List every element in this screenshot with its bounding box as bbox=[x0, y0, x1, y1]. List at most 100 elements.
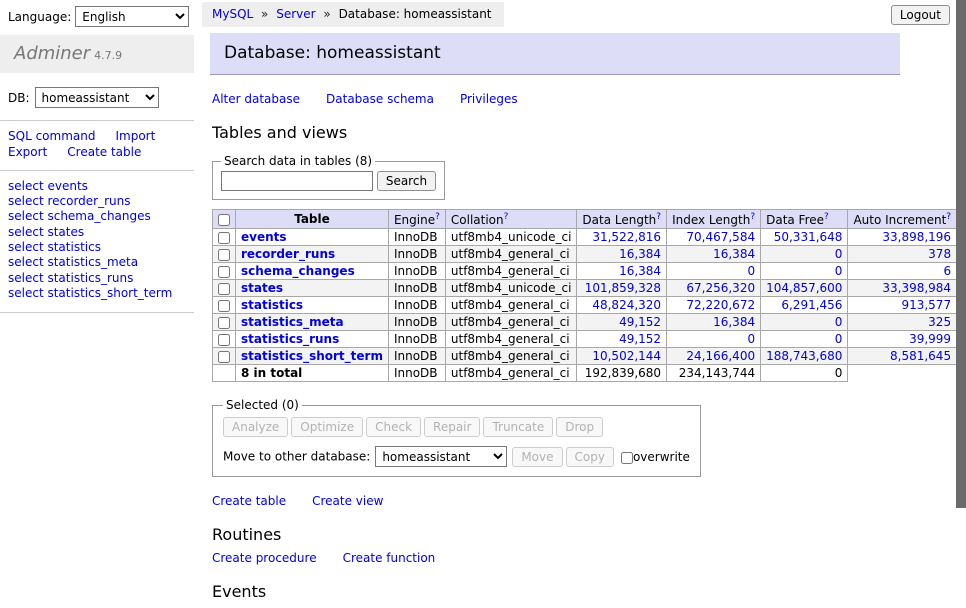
language-label: Language: bbox=[8, 10, 71, 24]
help-icon[interactable]: ? bbox=[656, 212, 661, 222]
breadcrumb-server-link[interactable]: Server bbox=[276, 7, 315, 21]
sidebar-item-select-recorder_runs[interactable]: select recorder_runs bbox=[8, 194, 192, 209]
move-button[interactable]: Move bbox=[512, 447, 562, 467]
vertical-scrollbar[interactable] bbox=[956, 0, 966, 543]
row-checkbox[interactable] bbox=[218, 283, 230, 295]
repair-button[interactable]: Repair bbox=[424, 417, 480, 437]
auto_increment-link[interactable]: 33,898,196 bbox=[882, 230, 951, 244]
data_length-link[interactable]: 49,152 bbox=[619, 315, 661, 329]
move-database-select[interactable]: homeassistant bbox=[375, 446, 507, 467]
scrollbar-thumb[interactable] bbox=[956, 0, 966, 508]
create-table-link[interactable]: Create table bbox=[212, 494, 286, 508]
sidebar-item-select-statistics[interactable]: select statistics bbox=[8, 240, 192, 255]
check-button[interactable]: Check bbox=[366, 417, 421, 437]
data_free-link[interactable]: 0 bbox=[835, 247, 843, 261]
app-logo[interactable]: Adminer bbox=[14, 43, 90, 64]
engine-cell: InnoDB bbox=[388, 297, 445, 314]
data_length-link[interactable]: 16,384 bbox=[619, 264, 661, 278]
database-schema-link[interactable]: Database schema bbox=[326, 92, 434, 106]
data_length-link[interactable]: 101,859,328 bbox=[585, 281, 661, 295]
data_length-link[interactable]: 49,152 bbox=[619, 332, 661, 346]
index_length-link[interactable]: 24,166,400 bbox=[686, 349, 755, 363]
language-select[interactable]: English bbox=[75, 6, 189, 27]
data_free-link[interactable]: 50,331,648 bbox=[774, 230, 843, 244]
help-icon[interactable]: ? bbox=[946, 212, 951, 222]
data_length-link[interactable]: 48,824,320 bbox=[592, 298, 661, 312]
table-name-cell: statistics_meta bbox=[236, 314, 389, 331]
create-function-link[interactable]: Create function bbox=[343, 551, 436, 565]
sidebar-item-create-table[interactable]: Create table bbox=[67, 145, 141, 159]
row-checkbox[interactable] bbox=[218, 266, 230, 278]
auto_increment-link[interactable]: 6 bbox=[943, 264, 951, 278]
optimize-button[interactable]: Optimize bbox=[291, 417, 363, 437]
sidebar-item-select-events[interactable]: select events bbox=[8, 179, 192, 194]
data_length-cell: 16,384 bbox=[577, 263, 667, 280]
help-icon[interactable]: ? bbox=[750, 212, 755, 222]
data_length-link[interactable]: 16,384 bbox=[619, 247, 661, 261]
auto_increment-link[interactable]: 325 bbox=[928, 315, 951, 329]
data_free-link[interactable]: 0 bbox=[835, 332, 843, 346]
row-checkbox[interactable] bbox=[218, 249, 230, 261]
overwrite-checkbox[interactable] bbox=[621, 452, 633, 464]
row-checkbox[interactable] bbox=[218, 232, 230, 244]
index_length-link[interactable]: 0 bbox=[747, 264, 755, 278]
alter-database-link[interactable]: Alter database bbox=[212, 92, 300, 106]
sidebar-item-select-states[interactable]: select states bbox=[8, 225, 192, 240]
select-all-checkbox[interactable] bbox=[218, 214, 230, 226]
index_length-link[interactable]: 72,220,672 bbox=[686, 298, 755, 312]
auto_increment-link[interactable]: 39,999 bbox=[909, 332, 951, 346]
data_length-link[interactable]: 10,502,144 bbox=[592, 349, 661, 363]
data_free-link[interactable]: 0 bbox=[835, 264, 843, 278]
sidebar-item-select-statistics_meta[interactable]: select statistics_meta bbox=[8, 255, 192, 270]
sidebar-item-select-schema_changes[interactable]: select schema_changes bbox=[8, 209, 192, 224]
sidebar-item-select-statistics_short_term[interactable]: select statistics_short_term bbox=[8, 286, 192, 301]
auto_increment-link[interactable]: 8,581,645 bbox=[890, 349, 951, 363]
db-select[interactable]: homeassistant bbox=[35, 87, 159, 108]
help-icon[interactable]: ? bbox=[435, 212, 440, 222]
logout-button[interactable]: Logout bbox=[891, 5, 950, 25]
data_free-link[interactable]: 188,743,680 bbox=[766, 349, 842, 363]
index_length-link[interactable]: 16,384 bbox=[713, 315, 755, 329]
auto_increment-link[interactable]: 913,577 bbox=[901, 298, 951, 312]
row-checkbox[interactable] bbox=[218, 317, 230, 329]
help-icon[interactable]: ? bbox=[504, 212, 509, 222]
sidebar-item-sql-command[interactable]: SQL command bbox=[8, 129, 95, 143]
data_free-link[interactable]: 6,291,456 bbox=[781, 298, 842, 312]
data_length-link[interactable]: 31,522,816 bbox=[592, 230, 661, 244]
auto_increment-link[interactable]: 33,398,984 bbox=[882, 281, 951, 295]
create-view-link[interactable]: Create view bbox=[312, 494, 383, 508]
table-name-link[interactable]: statistics_runs bbox=[241, 332, 339, 346]
index_length-link[interactable]: 16,384 bbox=[713, 247, 755, 261]
index_length-link[interactable]: 0 bbox=[747, 332, 755, 346]
table-name-link[interactable]: states bbox=[241, 281, 283, 295]
privileges-link[interactable]: Privileges bbox=[460, 92, 518, 106]
create-procedure-link[interactable]: Create procedure bbox=[212, 551, 317, 565]
sidebar-item-select-statistics_runs[interactable]: select statistics_runs bbox=[8, 271, 192, 286]
drop-button[interactable]: Drop bbox=[556, 417, 603, 437]
sidebar-item-import[interactable]: Import bbox=[115, 129, 155, 143]
sidebar-item-export[interactable]: Export bbox=[8, 145, 47, 159]
table-name-link[interactable]: events bbox=[241, 230, 287, 244]
row-checkbox[interactable] bbox=[218, 300, 230, 312]
data_free-link[interactable]: 104,857,600 bbox=[766, 281, 842, 295]
table-name-link[interactable]: schema_changes bbox=[241, 264, 355, 278]
data_free-link[interactable]: 0 bbox=[835, 315, 843, 329]
truncate-button[interactable]: Truncate bbox=[483, 417, 553, 437]
copy-button[interactable]: Copy bbox=[566, 447, 614, 467]
help-icon[interactable]: ? bbox=[824, 212, 829, 222]
breadcrumb-mysql-link[interactable]: MySQL bbox=[212, 7, 253, 21]
row-checkbox[interactable] bbox=[218, 351, 230, 363]
search-button[interactable]: Search bbox=[377, 171, 436, 191]
auto_increment-link[interactable]: 378 bbox=[928, 247, 951, 261]
index_length-cell: 0 bbox=[667, 331, 761, 348]
index_length-link[interactable]: 67,256,320 bbox=[686, 281, 755, 295]
table-name-link[interactable]: statistics bbox=[241, 298, 303, 312]
table-name-link[interactable]: statistics_meta bbox=[241, 315, 344, 329]
table-name-link[interactable]: recorder_runs bbox=[241, 247, 335, 261]
row-checkbox[interactable] bbox=[218, 334, 230, 346]
analyze-button[interactable]: Analyze bbox=[223, 417, 288, 437]
engine-cell: InnoDB bbox=[388, 263, 445, 280]
index_length-link[interactable]: 70,467,584 bbox=[686, 230, 755, 244]
table-name-link[interactable]: statistics_short_term bbox=[241, 349, 383, 363]
search-input[interactable] bbox=[221, 171, 373, 191]
